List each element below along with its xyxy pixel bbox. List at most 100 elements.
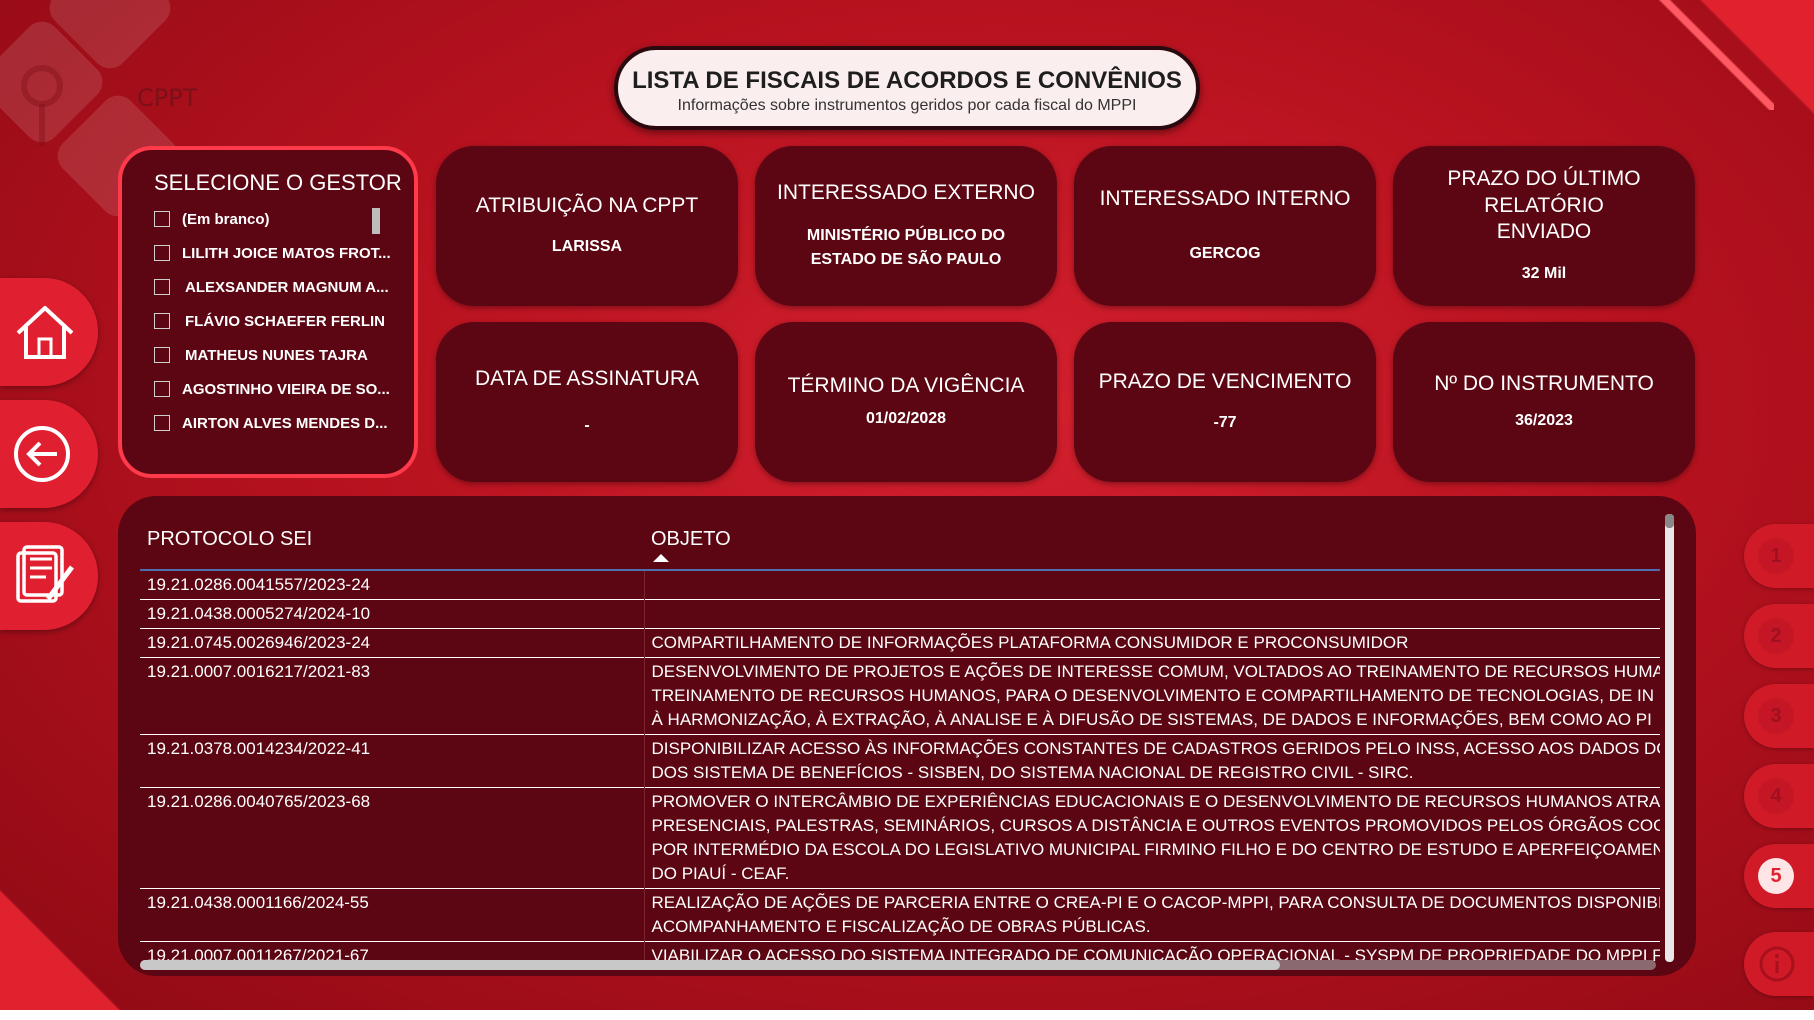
objeto-line: PRESENCIAIS, PALESTRAS, SEMINÁRIOS, CURS…	[651, 816, 1661, 835]
objeto-line: TREINAMENTO DE RECURSOS HUMANOS, PARA O …	[651, 686, 1655, 705]
page-title: LISTA DE FISCAIS DE ACORDOS E CONVÊNIOS	[632, 67, 1182, 94]
slicer-option-label: MATHEUS NUNES TAJRA	[185, 346, 368, 364]
card-prazo-relatorio: PRAZO DO ÚLTIMO RELATÓRIO ENVIADO 32 Mil	[1393, 146, 1695, 306]
cell-protocolo: 19.21.0438.0005274/2024-10	[140, 599, 645, 629]
checkbox[interactable]	[154, 381, 170, 397]
cell-objeto: COMPARTILHAMENTO DE INFORMAÇÕES PLATAFOR…	[644, 628, 1660, 658]
cell-objeto: PROMOVER O INTERCÂMBIO DE EXPERIÊNCIAS E…	[644, 787, 1661, 889]
checkbox[interactable]	[154, 245, 170, 261]
slicer-option[interactable]: LILITH JOICE MATOS FROT...	[154, 236, 414, 270]
card-label: PRAZO DO ÚLTIMO RELATÓRIO ENVIADO	[1447, 166, 1641, 244]
objeto-line: PROMOVER O INTERCÂMBIO DE EXPERIÊNCIAS E…	[651, 792, 1661, 811]
card-label: INTERESSADO EXTERNO	[777, 180, 1035, 204]
page-button-3[interactable]: 3	[1744, 684, 1814, 748]
slicer-option[interactable]: ALEXSANDER MAGNUM A...	[154, 270, 414, 304]
vertical-scroll-thumb[interactable]	[1665, 514, 1674, 528]
instruments-table-panel: PROTOCOLO SEI OBJETO 19.21.0286.0041557/…	[118, 496, 1696, 976]
checkbox[interactable]	[154, 347, 170, 363]
slicer-scrollbar[interactable]	[372, 208, 380, 234]
objeto-line: ACOMPANHAMENTO E FISCALIZAÇÃO DE OBRAS P…	[651, 917, 1151, 936]
column-header-label: OBJETO	[651, 528, 731, 550]
card-termino-vigencia: TÉRMINO DA VIGÊNCIA 01/02/2028	[755, 322, 1057, 482]
card-interessado-interno: INTERESSADO INTERNO GERCOG	[1074, 146, 1376, 306]
cell-protocolo: 19.21.0745.0026946/2023-24	[140, 628, 645, 658]
slicer-option-label: AGOSTINHO VIEIRA DE SO...	[182, 380, 390, 398]
objeto-line: COMPARTILHAMENTO DE INFORMAÇÕES PLATAFOR…	[651, 633, 1409, 652]
table-row[interactable]: 19.21.0007.0016217/2021-83 DESENVOLVIMENT…	[140, 657, 1661, 735]
table-row[interactable]: 19.21.0438.0005274/2024-10	[140, 599, 1660, 629]
card-label: DATA DE ASSINATURA	[474, 366, 700, 390]
vertical-scrollbar[interactable]	[1665, 514, 1674, 962]
info-icon	[1759, 946, 1795, 982]
page-subtitle: Informações sobre instrumentos geridos p…	[677, 97, 1137, 114]
card-numero-instrumento: Nº DO INSTRUMENTO 36/2023	[1393, 322, 1695, 482]
section-label: CPPT	[137, 84, 198, 112]
slicer-option-label: (Em branco)	[182, 210, 270, 228]
cell-objeto: DISPONIBILIZAR ACESSO ÀS INFORMAÇÕES CON…	[644, 734, 1661, 788]
page-button-4[interactable]: 4	[1744, 764, 1814, 828]
page-button-5[interactable]: 5	[1744, 844, 1814, 908]
card-label: ATRIBUIÇÃO NA CPPT	[475, 193, 699, 217]
slicer-option[interactable]: AIRTON ALVES MENDES D...	[154, 406, 414, 440]
card-value: 36/2023	[1515, 412, 1573, 430]
card-value: 32 Mil	[1521, 265, 1567, 283]
back-arrow-icon	[14, 426, 70, 482]
page-number: 4	[1758, 778, 1794, 814]
slicer-option[interactable]: MATHEUS NUNES TAJRA	[154, 338, 414, 372]
objeto-line: À HARMONIZAÇÃO, À EXTRAÇÃO, À ANALISE E …	[651, 710, 1652, 729]
cell-objeto: DESENVOLVIMENTO DE PROJETOS E AÇÕES DE I…	[644, 657, 1661, 735]
card-value: 01/02/2028	[865, 410, 947, 428]
card-atribuicao: ATRIBUIÇÃO NA CPPT LARISSA	[436, 146, 738, 306]
card-value: GERCOG	[1189, 245, 1261, 263]
gestor-slicer: SELECIONE O GESTOR (Em branco) LILITH JO…	[118, 146, 418, 478]
table-row[interactable]: 19.21.0438.0001166/2024-55 REALIZAÇÃO DE …	[140, 888, 1661, 942]
objeto-line: REALIZAÇÃO DE AÇÕES DE PARCERIA ENTRE O …	[651, 893, 1661, 912]
checkbox[interactable]	[154, 415, 170, 431]
document-pen-icon	[16, 545, 74, 603]
slicer-option-label: AIRTON ALVES MENDES D...	[182, 414, 388, 432]
magnifier-icon	[21, 65, 63, 146]
info-button[interactable]	[1744, 932, 1814, 996]
objeto-line: DOS SISTEMA DE BENEFÍCIOS - SISBEN, DO S…	[651, 763, 1414, 782]
card-value: -	[584, 417, 590, 435]
page-button-2[interactable]: 2	[1744, 604, 1814, 668]
page-number: 5	[1758, 858, 1794, 894]
slicer-option-label: ALEXSANDER MAGNUM A...	[185, 278, 389, 296]
page-number: 3	[1758, 698, 1794, 734]
table-row[interactable]: 19.21.0745.0026946/2023-24 COMPARTILHAMEN…	[140, 628, 1660, 658]
objeto-line	[652, 573, 1654, 593]
column-header-objeto[interactable]: OBJETO	[644, 510, 1660, 571]
card-label: PRAZO DE VENCIMENTO	[1098, 369, 1352, 393]
objeto-line: DESENVOLVIMENTO DE PROJETOS E AÇÕES DE I…	[651, 662, 1661, 681]
card-value: -77	[1213, 414, 1237, 432]
sort-ascending-icon	[653, 554, 669, 562]
column-header-protocolo[interactable]: PROTOCOLO SEI	[140, 510, 644, 571]
card-value: MINISTÉRIO PÚBLICO DO ESTADO DE SÃO PAUL…	[806, 227, 1006, 269]
cell-protocolo: 19.21.0378.0014234/2022-41	[140, 734, 645, 788]
table-row[interactable]: 19.21.0286.0040765/2023-68 PROMOVER O INT…	[140, 787, 1661, 889]
slicer-title: SELECIONE O GESTOR	[154, 170, 402, 195]
table-row[interactable]: 19.21.0286.0041557/2023-24	[140, 569, 1660, 600]
instruments-table: PROTOCOLO SEI OBJETO 19.21.0286.0041557/…	[140, 510, 1660, 970]
page-button-1[interactable]: 1	[1744, 524, 1814, 588]
card-interessado-externo: INTERESSADO EXTERNO MINISTÉRIO PÚBLICO D…	[755, 146, 1057, 306]
objeto-line: POR INTERMÉDIO DA ESCOLA DO LEGISLATIVO …	[651, 840, 1661, 859]
slicer-option-label: FLÁVIO SCHAEFER FERLIN	[185, 312, 386, 330]
slicer-option[interactable]: AGOSTINHO VIEIRA DE SO...	[154, 372, 414, 406]
cell-protocolo: 19.21.0286.0040765/2023-68	[140, 787, 645, 889]
table-row[interactable]: 19.21.0378.0014234/2022-41 DISPONIBILIZAR…	[140, 734, 1661, 788]
objeto-line: DO PIAUÍ - CEAF.	[651, 864, 790, 883]
bottom-strip	[0, 1010, 1814, 1020]
slicer-option[interactable]: FLÁVIO SCHAEFER FERLIN	[154, 304, 414, 338]
horizontal-scroll-thumb[interactable]	[140, 960, 1280, 970]
checkbox[interactable]	[154, 279, 170, 295]
cell-objeto: REALIZAÇÃO DE AÇÕES DE PARCERIA ENTRE O …	[644, 888, 1661, 942]
cell-protocolo: 19.21.0438.0001166/2024-55	[140, 888, 645, 942]
page-number: 2	[1758, 618, 1794, 654]
cell-protocolo: 19.21.0286.0041557/2023-24	[140, 569, 645, 600]
page-number: 1	[1758, 538, 1794, 574]
objeto-line: DISPONIBILIZAR ACESSO ÀS INFORMAÇÕES CON…	[651, 739, 1661, 758]
checkbox[interactable]	[154, 211, 170, 227]
checkbox[interactable]	[154, 313, 170, 329]
card-value: LARISSA	[551, 238, 623, 256]
